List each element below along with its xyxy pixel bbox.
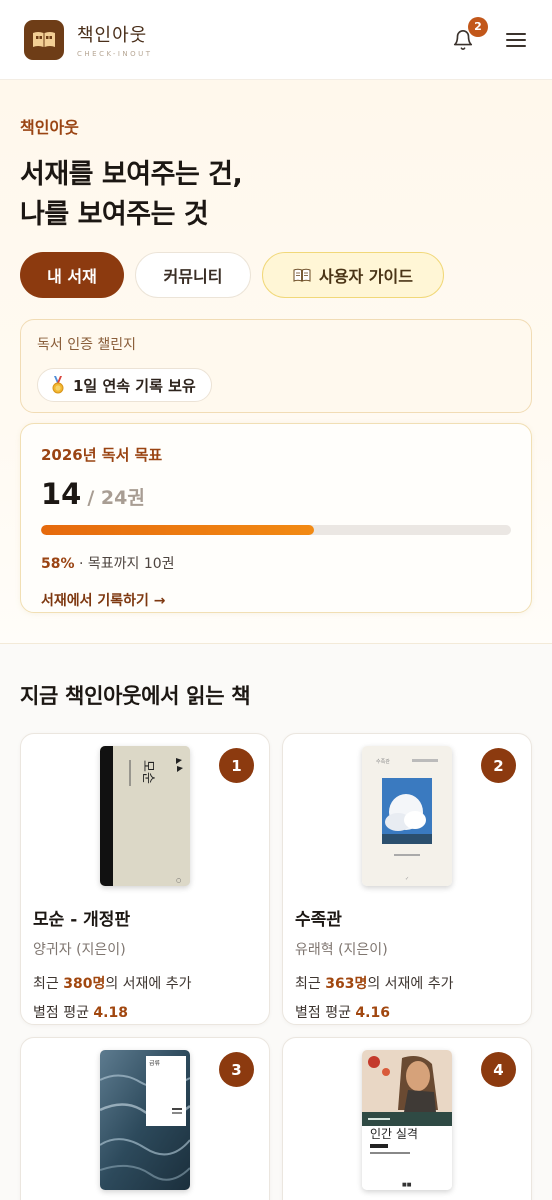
book-card[interactable]: 모순 ○ 1 모순 - 개정판 양귀자 (지은이) 최근 380명의 서재에 추… <box>20 733 270 1025</box>
svg-text:■■: ■■ <box>402 1182 412 1188</box>
cover-title: 급류 <box>149 1060 161 1067</box>
my-library-button[interactable]: 내 서재 <box>20 252 124 298</box>
rank-badge: 2 <box>481 748 516 783</box>
book-card[interactable]: 인간 실격 ■■ 4 <box>282 1037 532 1200</box>
book-added-stat: 최근 363명의 서재에 추가 <box>295 973 519 993</box>
streak-badge: 1일 연속 기록 보유 <box>37 368 212 402</box>
notifications-button[interactable]: 2 <box>450 16 488 53</box>
goal-percent: 58% <box>41 556 75 572</box>
stat-suffix: 의 서재에 추가 <box>105 976 192 992</box>
reading-goal-card: 2026년 독서 목표 14 / 24권 58% · 목표까지 10권 서재에서… <box>20 423 532 613</box>
cover-title: 모순 <box>140 760 155 784</box>
reading-challenge-card[interactable]: 독서 인증 챌린지 1일 연속 기록 보유 <box>20 319 532 413</box>
stat-prefix: 최근 <box>33 976 64 992</box>
reading-section-title: 지금 책인아웃에서 읽는 책 <box>20 684 251 708</box>
rating-prefix: 별점 평균 <box>33 1005 94 1021</box>
book-logo-icon <box>24 19 64 60</box>
user-guide-button[interactable]: 사용자 가이드 <box>262 252 444 298</box>
hero-eyebrow: 책인아웃 <box>20 118 79 137</box>
hamburger-menu-icon <box>506 32 526 47</box>
rating-value: 4.16 <box>355 1005 390 1021</box>
brand[interactable]: 책인아웃 CHECK-INOUT <box>24 19 153 60</box>
book-cover: 수족관 ✓ <box>362 746 452 886</box>
book-card[interactable]: 수족관 ✓ 2 수족관 유래혁 (지은이) 최근 363명의 서재에 추가 별점… <box>282 733 532 1025</box>
book-title: 모순 - 개정판 <box>33 910 131 930</box>
book-card[interactable]: 급류 3 <box>20 1037 270 1200</box>
community-button[interactable]: 커뮤니티 <box>135 252 251 298</box>
added-count: 380명 <box>63 976 106 992</box>
open-book-icon <box>293 268 311 282</box>
stat-prefix: 최근 <box>295 976 326 992</box>
goal-title: 2026년 독서 목표 <box>41 446 163 464</box>
added-count: 363명 <box>325 976 368 992</box>
goal-remaining: · 목표까지 10권 <box>78 556 175 572</box>
rank-badge: 4 <box>481 1052 516 1087</box>
user-guide-label: 사용자 가이드 <box>319 267 413 286</box>
challenge-title: 독서 인증 챌린지 <box>37 337 137 353</box>
book-rating-stat: 별점 평균 4.16 <box>295 1002 519 1022</box>
cover-title: 인간 실격 <box>370 1127 418 1141</box>
svg-text:○: ○ <box>176 877 181 884</box>
brand-subtitle: CHECK-INOUT <box>77 50 153 58</box>
notification-badge: 2 <box>468 16 488 37</box>
book-cover: 모순 ○ <box>100 746 190 886</box>
brand-name: 책인아웃 <box>77 25 148 46</box>
menu-button[interactable] <box>504 28 528 52</box>
book-added-stat: 최근 380명의 서재에 추가 <box>33 973 257 993</box>
hero-section: 책인아웃 서재를 보여주는 건, 나를 보여주는 것 내 서재 커뮤니티 사용자… <box>0 80 552 644</box>
goal-meta: 58% · 목표까지 10권 <box>41 553 511 573</box>
rating-value: 4.18 <box>93 1005 128 1021</box>
reading-now-section: 지금 책인아웃에서 읽는 책 모순 ○ 1 모순 - 개정판 양귀자 (지은이)… <box>0 644 552 1200</box>
hero-title: 서재를 보여주는 건, 나를 보여주는 것 <box>20 155 532 235</box>
book-author: 양귀자 (지은이) <box>33 942 126 958</box>
book-cover: 급류 <box>100 1050 190 1190</box>
stat-suffix: 의 서재에 추가 <box>367 976 454 992</box>
goal-total-count: / 24권 <box>87 487 145 509</box>
rank-badge: 3 <box>219 1052 254 1087</box>
goal-progress-bar <box>41 525 511 535</box>
book-title: 수족관 <box>295 910 342 930</box>
rating-prefix: 별점 평균 <box>295 1005 356 1021</box>
record-in-library-link[interactable]: 서재에서 기록하기 → <box>41 590 511 610</box>
goal-progress-fill <box>41 525 314 535</box>
app-header: 책인아웃 CHECK-INOUT 2 <box>0 0 552 80</box>
medal-icon <box>52 376 64 394</box>
book-cover: 인간 실격 ■■ <box>362 1050 452 1190</box>
cover-title: 수족관 <box>376 758 390 765</box>
hero-title-line1: 서재를 보여주는 건, <box>20 159 243 190</box>
hero-title-line2: 나를 보여주는 것 <box>20 199 209 230</box>
book-rating-stat: 별점 평균 4.18 <box>33 1002 257 1022</box>
goal-current-count: 14 <box>41 477 82 511</box>
book-author: 유래혁 (지은이) <box>295 942 388 958</box>
rank-badge: 1 <box>219 748 254 783</box>
svg-text:✓: ✓ <box>405 876 409 882</box>
streak-badge-label: 1일 연속 기록 보유 <box>73 376 196 395</box>
